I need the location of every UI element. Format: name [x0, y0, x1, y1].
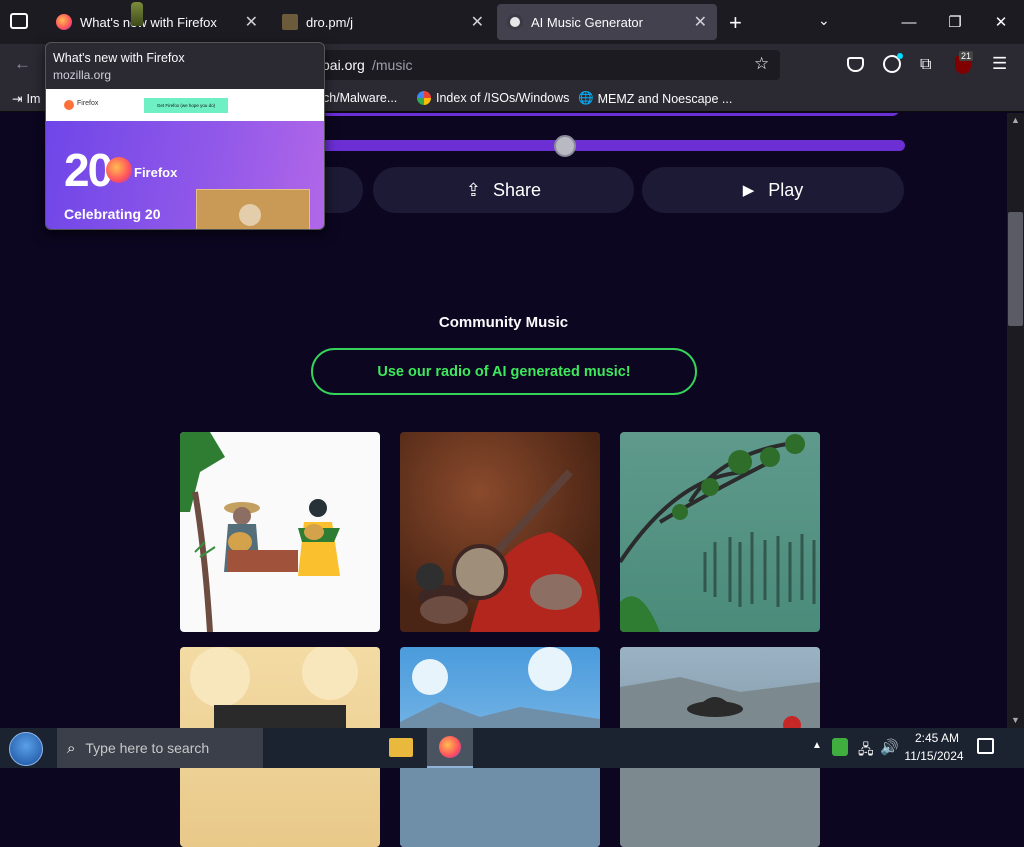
import-icon: ⇥: [12, 92, 23, 106]
preview-number: 20: [64, 144, 113, 196]
share-button[interactable]: ⇪ Share: [373, 167, 634, 213]
preview-video-thumb: [196, 189, 310, 229]
preview-hero: 20 Firefox Celebrating 20 years: [46, 121, 324, 229]
cursor-icon: [131, 2, 143, 26]
sync-dot-icon: [897, 53, 903, 59]
preview-header: Firefox Get Firefox (we hope you do): [46, 89, 324, 121]
firefox-icon: [56, 14, 72, 30]
firefox-logo-icon: [106, 157, 132, 183]
preview-brand: Firefox: [77, 100, 99, 107]
globe-icon: 🌐: [578, 91, 594, 105]
pocket-icon[interactable]: [847, 57, 864, 72]
volume-icon[interactable]: 🔊: [880, 738, 899, 756]
play-label: Play: [768, 179, 804, 200]
close-icon[interactable]: ✕: [471, 12, 484, 32]
taskbar-search-box[interactable]: ⌕ Type here to search: [57, 728, 263, 768]
clock-date[interactable]: 11/15/2024: [900, 749, 968, 763]
share-label: Share: [493, 179, 542, 200]
play-circle-icon: [239, 204, 261, 226]
scroll-thumb[interactable]: [1008, 212, 1023, 326]
chevron-down-icon[interactable]: ⌄: [818, 12, 830, 29]
tab-title: AI Music Generator: [531, 14, 643, 30]
music-tile[interactable]: [180, 432, 380, 632]
bookmark-label: Index of /ISOs/Windows: [436, 91, 570, 105]
scroll-up-icon[interactable]: ▲: [1011, 115, 1020, 125]
top-progress-bar: [320, 113, 900, 116]
firefox-icon: [439, 736, 461, 758]
preview-caption: Celebrating 20 years: [64, 206, 161, 229]
bookmark-isos[interactable]: Index of /ISOs/Windows: [417, 91, 569, 105]
url-bar[interactable]: pai.org /music ☆: [300, 50, 780, 80]
radio-button[interactable]: Use our radio of AI generated music!: [311, 348, 697, 395]
playback-slider[interactable]: [320, 140, 905, 151]
extensions-icon[interactable]: ⧉: [920, 56, 931, 74]
tray-app-icon[interactable]: [832, 738, 848, 756]
network-icon[interactable]: 🖧: [858, 739, 874, 763]
page-icon: [282, 14, 298, 30]
bookmark-label: MEMZ and Noescape ...: [597, 91, 733, 106]
sitar-player-image: [416, 469, 600, 632]
bookmark-star-icon[interactable]: ☆: [754, 54, 769, 74]
close-icon[interactable]: ✕: [694, 12, 707, 32]
tab-whats-new[interactable]: What's new with Firefox ✕: [46, 4, 268, 40]
firefox-logo-icon: [64, 100, 74, 110]
music-tile[interactable]: [620, 432, 820, 632]
bookmark-label: nch/Malware...: [316, 91, 398, 105]
tab-preview-tooltip: What's new with Firefox mozilla.org Fire…: [45, 42, 325, 230]
tab-title: What's new with Firefox: [80, 14, 217, 30]
slider-knob[interactable]: [554, 135, 576, 157]
tab-title: dro.pm/j: [306, 14, 353, 30]
community-music-title: Community Music: [438, 314, 569, 331]
show-hidden-icons-icon[interactable]: ▲: [812, 740, 822, 751]
restore-button[interactable]: ❐: [932, 0, 978, 44]
tab-dro-pm[interactable]: dro.pm/j ✕: [272, 4, 494, 40]
bookmark-malware[interactable]: nch/Malware...: [316, 91, 397, 105]
share-icon: ⇪: [465, 179, 482, 200]
tab-bar: What's new with Firefox ✕ dro.pm/j ✕ AI …: [0, 0, 1024, 44]
misty-lake-image: [620, 434, 816, 632]
play-button[interactable]: ▶ Play: [642, 167, 904, 213]
menu-icon[interactable]: ☰: [992, 54, 1007, 74]
music-tile[interactable]: [400, 432, 600, 632]
notification-icon[interactable]: [977, 738, 994, 754]
new-tab-plus-icon[interactable]: +: [729, 10, 742, 36]
search-icon: ⌕: [67, 739, 76, 757]
file-explorer-button[interactable]: [389, 738, 413, 757]
start-button[interactable]: [9, 732, 43, 766]
firefox-taskbar-button[interactable]: [427, 728, 473, 768]
close-window-button[interactable]: ✕: [978, 0, 1024, 44]
search-placeholder: Type here to search: [85, 740, 210, 756]
tooltip-title: What's new with Firefox: [53, 51, 185, 65]
preview-cta: Get Firefox (we hope you do): [144, 98, 228, 113]
clock-time[interactable]: 2:45 AM: [906, 731, 968, 745]
preview-hero-brand: Firefox: [134, 165, 178, 180]
site-icon: [507, 14, 523, 30]
tab-ai-music[interactable]: AI Music Generator ✕: [497, 4, 717, 40]
url-domain: pai.org: [322, 57, 365, 73]
scroll-down-icon[interactable]: ▼: [1011, 715, 1020, 725]
back-arrow-icon[interactable]: ←: [14, 54, 31, 74]
list-all-tabs-icon[interactable]: [10, 13, 28, 29]
two-musicians-image: [180, 432, 340, 632]
close-icon[interactable]: ✕: [245, 12, 258, 32]
minimize-button[interactable]: —: [886, 0, 932, 44]
tooltip-domain: mozilla.org: [53, 68, 112, 82]
page-scrollbar[interactable]: ▲ ▼: [1007, 113, 1024, 728]
url-path: /music: [372, 57, 413, 73]
bookmark-label: Im: [26, 91, 41, 106]
bookmark-import[interactable]: ⇥ Im: [12, 91, 41, 107]
bookmark-memz[interactable]: 🌐 MEMZ and Noescape ...: [578, 91, 732, 106]
google-icon: [417, 91, 431, 105]
extension-badge: 21: [959, 51, 974, 61]
play-icon: ▶: [742, 182, 755, 199]
